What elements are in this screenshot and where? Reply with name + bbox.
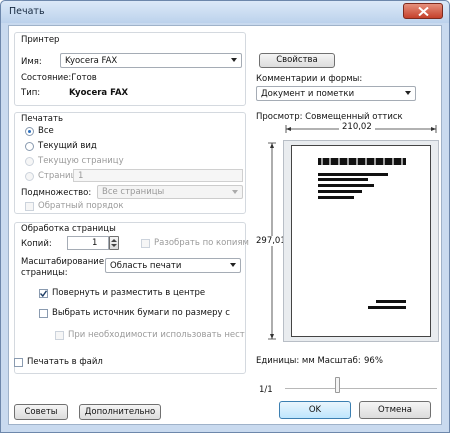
close-button[interactable] [403,3,443,19]
collate-label: Разобрать по копиям [154,238,249,248]
ok-button[interactable]: OK [279,401,351,419]
comments-value: Документ и пометки [261,89,355,99]
radio-all[interactable] [25,127,34,136]
printer-group-label: Принтер [21,35,60,45]
copies-stepper[interactable] [109,236,119,250]
preview-area [283,140,439,342]
printer-type-label: Тип: [21,88,41,98]
scaling-select[interactable]: Область печати [105,258,241,273]
pages-input[interactable]: 1 [73,169,243,182]
preview-page [291,145,431,337]
radio-current-page[interactable] [25,157,34,166]
page-content-thumbnail [318,158,406,309]
radio-current-view-label: Текущий вид [38,141,97,151]
pages-input-value: 1 [78,171,84,181]
radio-pages[interactable] [25,172,34,181]
cancel-button[interactable]: Отмена [359,401,431,419]
comments-label: Комментарии и формы: [256,74,363,84]
printer-name-select[interactable]: Kyocera FAX [60,53,242,68]
printer-status: Состояние:Готов [21,73,97,83]
title-bar[interactable]: Печать [1,1,449,23]
dialog-body: Принтер Имя: Kyocera FAX Свойства Состоя… [8,25,442,425]
subset-select[interactable]: Все страницы [97,185,243,199]
reverse-order-label: Обратный порядок [38,201,124,211]
preview-height-value: 297,01 [256,236,286,246]
chevron-down-icon [231,58,237,62]
tips-button[interactable]: Советы [14,404,68,420]
print-dialog: Печать Принтер Имя: Kyocera FAX Свойства… [0,0,450,433]
reverse-order-checkbox[interactable] [25,202,34,211]
collate-checkbox[interactable] [141,239,150,248]
window-title: Печать [9,6,45,17]
radio-current-page-label: Текущую страницу [38,156,124,166]
advanced-button[interactable]: Дополнительно [79,404,161,420]
checkmark-icon [40,290,47,297]
units-scale-text: Единицы: мм Масштаб: [256,356,361,366]
page-slider-track[interactable] [285,388,437,389]
chevron-down-icon [232,190,238,194]
chevron-down-icon [405,91,411,95]
printer-name-label: Имя: [21,57,42,67]
page-handling-label: Обработка страницы [21,224,116,234]
custom-size-checkbox[interactable] [55,331,64,340]
preview-width-value: 210,02 [339,122,375,132]
preview-label: Просмотр: Совмещенный оттиск [256,112,403,122]
auto-rotate-checkbox[interactable] [39,289,48,298]
subset-label: Подмножество: [21,188,92,198]
custom-size-label: При необходимости использовать нест [68,330,245,340]
radio-all-label: Все [38,126,54,136]
printer-name-value: Kyocera FAX [65,56,118,66]
scaling-label-line1: Масштабирование [21,257,105,267]
chevron-down-icon [230,263,236,267]
page-slider-thumb[interactable] [335,377,340,393]
copies-label: Копий: [21,239,52,249]
auto-rotate-label: Повернуть и разместить в центре [52,288,206,298]
page-indicator: 1/1 [259,385,273,395]
copies-value: 1 [92,238,98,248]
print-range-label: Печатать [21,114,63,124]
subset-value: Все страницы [102,187,165,197]
choose-source-label: Выбрать источник бумаги по размеру с [52,308,230,318]
scale-value: 96% [364,356,383,366]
radio-current-view[interactable] [25,142,34,151]
copies-input[interactable]: 1 [67,236,109,250]
properties-button[interactable]: Свойства [259,53,335,68]
printer-type-value: Kyocera FAX [69,88,129,98]
print-to-file-checkbox[interactable] [14,358,23,367]
print-to-file-label: Печатать в файл [27,357,103,367]
scaling-label-line2: страницы: [21,268,68,278]
close-icon [418,7,429,16]
scaling-value: Область печати [110,261,182,271]
stepper-arrows-icon [111,239,117,247]
comments-select[interactable]: Документ и пометки [256,86,416,101]
choose-source-checkbox[interactable] [39,309,48,318]
